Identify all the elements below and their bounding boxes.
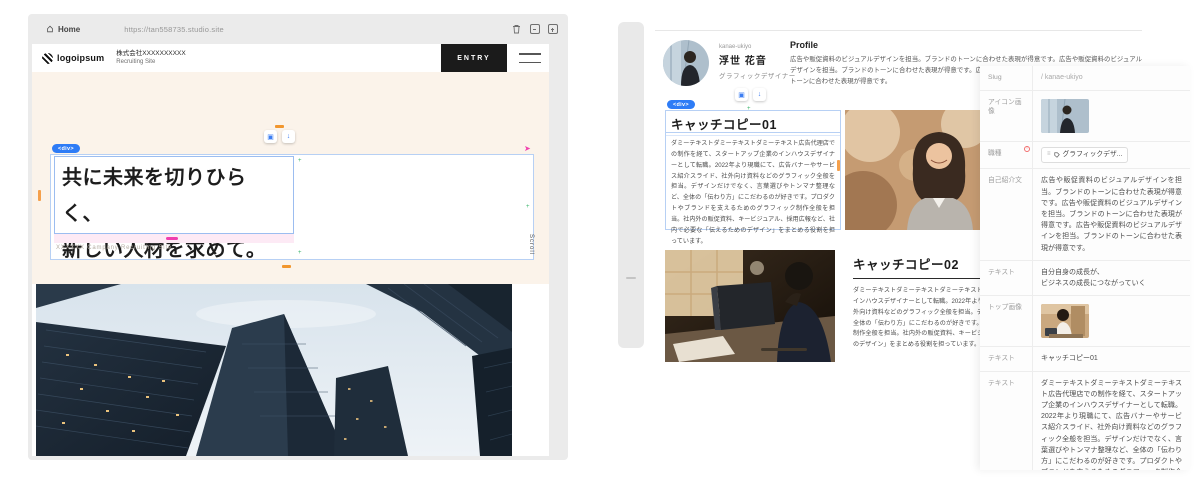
field-row-intro: 自己紹介文 広告や販促資料のビジュアルデザインを担当。ブランドのトーンに合わせた… [980, 169, 1190, 261]
job-tag-label: グラフィックデザ... [1062, 150, 1123, 158]
field-label: テキスト [988, 268, 1015, 276]
add-element-mark: + [747, 106, 751, 112]
resize-handle[interactable] [626, 277, 636, 279]
margin-indicator [38, 190, 41, 201]
spacing-indicator [275, 125, 284, 128]
slug-value[interactable]: / kanae-ukiyo [1032, 66, 1190, 90]
entry-button[interactable]: ENTRY [441, 44, 507, 72]
catch01-body-box[interactable]: ダミーテキストダミーテキストダミーテキスト広告代理店での制作を経て、スタートアッ… [666, 135, 840, 245]
div-tag-badge[interactable]: <div> [667, 100, 695, 109]
field-label: 職種 ! [980, 142, 1032, 169]
profile-heading: Profile [790, 40, 819, 50]
field-label: アイコン画像 [988, 98, 1022, 116]
hero-heading-text: 共に未来を切りひらく、 新しい人材を求めて。 [62, 167, 267, 261]
trash-icon[interactable] [511, 24, 522, 35]
align-control-button[interactable]: ↓ [753, 88, 766, 101]
text-value[interactable]: キャッチコピー01 [1032, 347, 1190, 371]
catch01-body: ダミーテキストダミーテキストダミーテキスト広告代理店での制作を経て、スタートアッ… [671, 140, 835, 245]
text-value[interactable]: 自分自身の成長が、 ビジネスの成長につながっていく [1032, 260, 1190, 296]
tab-home[interactable]: Home [38, 21, 88, 38]
avatar[interactable] [663, 40, 709, 86]
home-icon [47, 25, 53, 33]
field-row-text-1: テキスト 自分自身の成長が、 ビジネスの成長につながっていく [980, 260, 1190, 297]
cms-fields-panel: Slug / kanae-ukiyo アイコン画像 職種 ! ≡ グラフィックデ… [980, 66, 1190, 470]
add-element-mark: + [298, 250, 302, 256]
field-row-top-image: トップ画像 [980, 296, 1190, 348]
divider [655, 30, 1142, 31]
field-label: トップ画像 [988, 304, 1022, 312]
required-badge-icon: ! [1024, 145, 1030, 152]
add-page-icon[interactable] [547, 24, 558, 35]
hero-section: ▣ ↓ <div> ➤ 共に未来を切りひらく、 新しい人材を求めて。 XXXXX… [32, 72, 549, 284]
flow-arrow-icon: ➤ [524, 144, 531, 153]
job-tag-chip[interactable]: ≡ グラフィックデザ... [1041, 146, 1129, 164]
hero-subtext-row-highlight [54, 234, 294, 243]
tab-home-label: Home [58, 24, 81, 34]
tag-icon [1053, 152, 1060, 158]
icon-image-thumbnail[interactable] [1041, 98, 1089, 133]
text-value[interactable]: ダミーテキストダミーテキストダミーテキスト広告代理店での制作を経て、スタートアッ… [1032, 371, 1190, 470]
layout-control-button[interactable]: ▣ [735, 88, 748, 101]
field-row-text-2: テキスト キャッチコピー01 [980, 347, 1190, 372]
layout-control-button[interactable]: ▣ [264, 130, 277, 143]
scroll-indicator-label: Scroll [528, 234, 534, 256]
site-page-preview: logoipsum 株式会社XXXXXXXXXX Recruiting Site… [32, 44, 549, 456]
hamburger-menu-icon[interactable] [519, 53, 541, 63]
field-label: 自己紹介文 [988, 177, 1022, 185]
intro-text-value[interactable]: 広告や販促資料のビジュアルデザインを担当。ブランドのトーンに合わせた表現が得意で… [1032, 169, 1190, 260]
site-type-label: Recruiting Site [116, 59, 156, 66]
hero-heading-box[interactable]: 共に未来を切りひらく、 新しい人材を求めて。 [54, 156, 294, 261]
field-label: テキスト [988, 379, 1015, 387]
catch01-selection-box[interactable]: キャッチコピー01 ダミーテキストダミーテキストダミーテキスト広告代理店での制作… [665, 110, 841, 245]
margin-indicator [837, 160, 840, 171]
div-tag-badge[interactable]: <div> [52, 144, 80, 153]
city-buildings-photo[interactable] [36, 284, 512, 456]
logoipsum-icon [42, 52, 53, 64]
site-url[interactable]: https://tan558735.studio.site [124, 25, 224, 34]
catch01-heading-box[interactable]: キャッチコピー01 [666, 111, 840, 133]
field-row-icon-image: アイコン画像 [980, 90, 1190, 142]
align-control-button[interactable]: ↓ [282, 130, 295, 143]
field-label: テキスト [988, 355, 1015, 363]
profile-name: 浮世 花音 [719, 56, 767, 67]
logo-text: logoipsum [57, 53, 105, 63]
smiling-woman-photo[interactable] [845, 110, 985, 230]
editor-canvas-panel: Home https://tan558735.studio.site logoi… [28, 14, 568, 460]
field-row-text-3: テキスト ダミーテキストダミーテキストダミーテキスト広告代理店での制作を経て、ス… [980, 371, 1190, 470]
profile-slug-small: kanae-ukiyo [719, 44, 752, 50]
field-row-job: 職種 ! ≡ グラフィックデザ... [980, 141, 1190, 170]
studio-editor-screen: Home https://tan558735.studio.site logoi… [0, 0, 1200, 490]
company-name: 株式会社XXXXXXXXXX [116, 49, 186, 57]
field-label: Slug [988, 74, 1002, 81]
profile-role: グラフィックデザイナー [719, 73, 796, 80]
add-element-mark: + [298, 158, 302, 164]
panel-resize-gutter[interactable] [618, 22, 644, 348]
preview-browser-bar: Home https://tan558735.studio.site [28, 14, 568, 44]
add-element-mark: + [526, 204, 530, 210]
field-row-slug: Slug / kanae-ukiyo [980, 66, 1190, 91]
site-logo[interactable]: logoipsum [42, 52, 105, 64]
site-header: logoipsum 株式会社XXXXXXXXXX Recruiting Site… [32, 44, 549, 72]
man-laptop-photo[interactable] [665, 250, 835, 362]
top-image-thumbnail[interactable] [1041, 304, 1089, 339]
catch02-heading: キャッチコピー02 [853, 258, 959, 272]
catch01-heading: キャッチコピー01 [671, 118, 777, 132]
spacing-indicator [282, 265, 291, 268]
hero-subtext: XXXXXX Campany Recruiting Site. [56, 245, 175, 251]
drag-handle-icon: ≡ [1047, 151, 1051, 158]
duplicate-page-icon[interactable] [529, 24, 540, 35]
